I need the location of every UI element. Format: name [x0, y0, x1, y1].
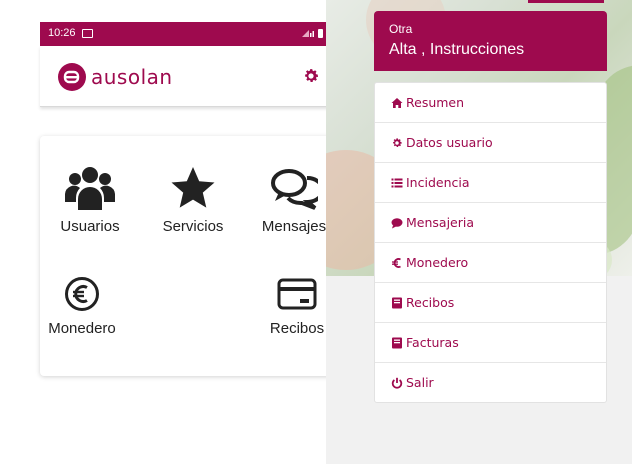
image-notification-icon	[82, 29, 93, 38]
menu-item-recibos[interactable]: Recibos	[375, 283, 606, 323]
menu-item-incidencia[interactable]: Incidencia	[375, 163, 606, 203]
settings-gear-icon[interactable]	[302, 67, 320, 85]
credit-card-icon	[277, 278, 317, 310]
menu-header: Otra Alta , Instrucciones	[374, 11, 607, 71]
menu-item-label: Monedero	[406, 255, 469, 270]
status-time: 10:26	[48, 27, 76, 39]
accent-strip	[528, 0, 604, 3]
star-icon	[171, 167, 215, 208]
tile-label: Servicios	[162, 218, 224, 235]
brand-logo[interactable]: ausolan	[58, 63, 173, 91]
tile-label: Monedero	[48, 320, 116, 337]
book-icon	[391, 337, 403, 349]
menu-item-label: Mensajeria	[406, 215, 475, 230]
menu-item-datos-usuario[interactable]: Datos usuario	[375, 123, 606, 163]
menu-item-label: Facturas	[406, 335, 459, 350]
side-menu: Resumen Datos usuario Incidencia Mensaje…	[374, 82, 607, 403]
tile-usuarios[interactable]: Usuarios	[45, 166, 135, 235]
menu-item-label: Salir	[406, 375, 434, 390]
brand-name: ausolan	[91, 65, 173, 89]
phone-screen: 10:26 ausolan Usuarios Servicios Mensaje…	[40, 22, 336, 462]
menu-item-label: Resumen	[406, 95, 465, 110]
brand-mark-icon	[58, 63, 86, 91]
signal-battery-icon	[302, 29, 323, 38]
menu-item-label: Recibos	[406, 295, 455, 310]
power-icon	[391, 377, 403, 389]
home-icon	[391, 97, 403, 109]
users-icon	[65, 167, 115, 210]
tile-servicios[interactable]: Servicios	[148, 166, 238, 235]
menu-item-resumen[interactable]: Resumen	[375, 83, 606, 123]
status-bar: 10:26	[40, 22, 336, 46]
gear-icon	[391, 137, 403, 149]
euro-icon	[65, 277, 99, 311]
menu-item-facturas[interactable]: Facturas	[375, 323, 606, 363]
tile-label: Usuarios	[60, 218, 120, 235]
menu-item-label: Datos usuario	[406, 135, 493, 150]
book-icon	[391, 297, 403, 309]
comments-icon	[271, 169, 318, 210]
app-bar: ausolan	[40, 46, 336, 107]
tile-monedero[interactable]: Monedero	[37, 276, 127, 337]
dashboard-card: Usuarios Servicios Mensajes Monedero Rec…	[40, 136, 336, 376]
euro-sign-icon	[391, 257, 403, 269]
menu-item-mensajeria[interactable]: Mensajeria	[375, 203, 606, 243]
menu-item-monedero[interactable]: Monedero	[375, 243, 606, 283]
menu-item-label: Incidencia	[406, 175, 470, 190]
list-icon	[391, 177, 403, 189]
menu-header-title: Alta , Instrucciones	[389, 41, 525, 58]
menu-item-salir[interactable]: Salir	[375, 363, 606, 402]
comment-icon	[391, 217, 403, 229]
menu-header-subtitle: Otra	[389, 22, 413, 36]
